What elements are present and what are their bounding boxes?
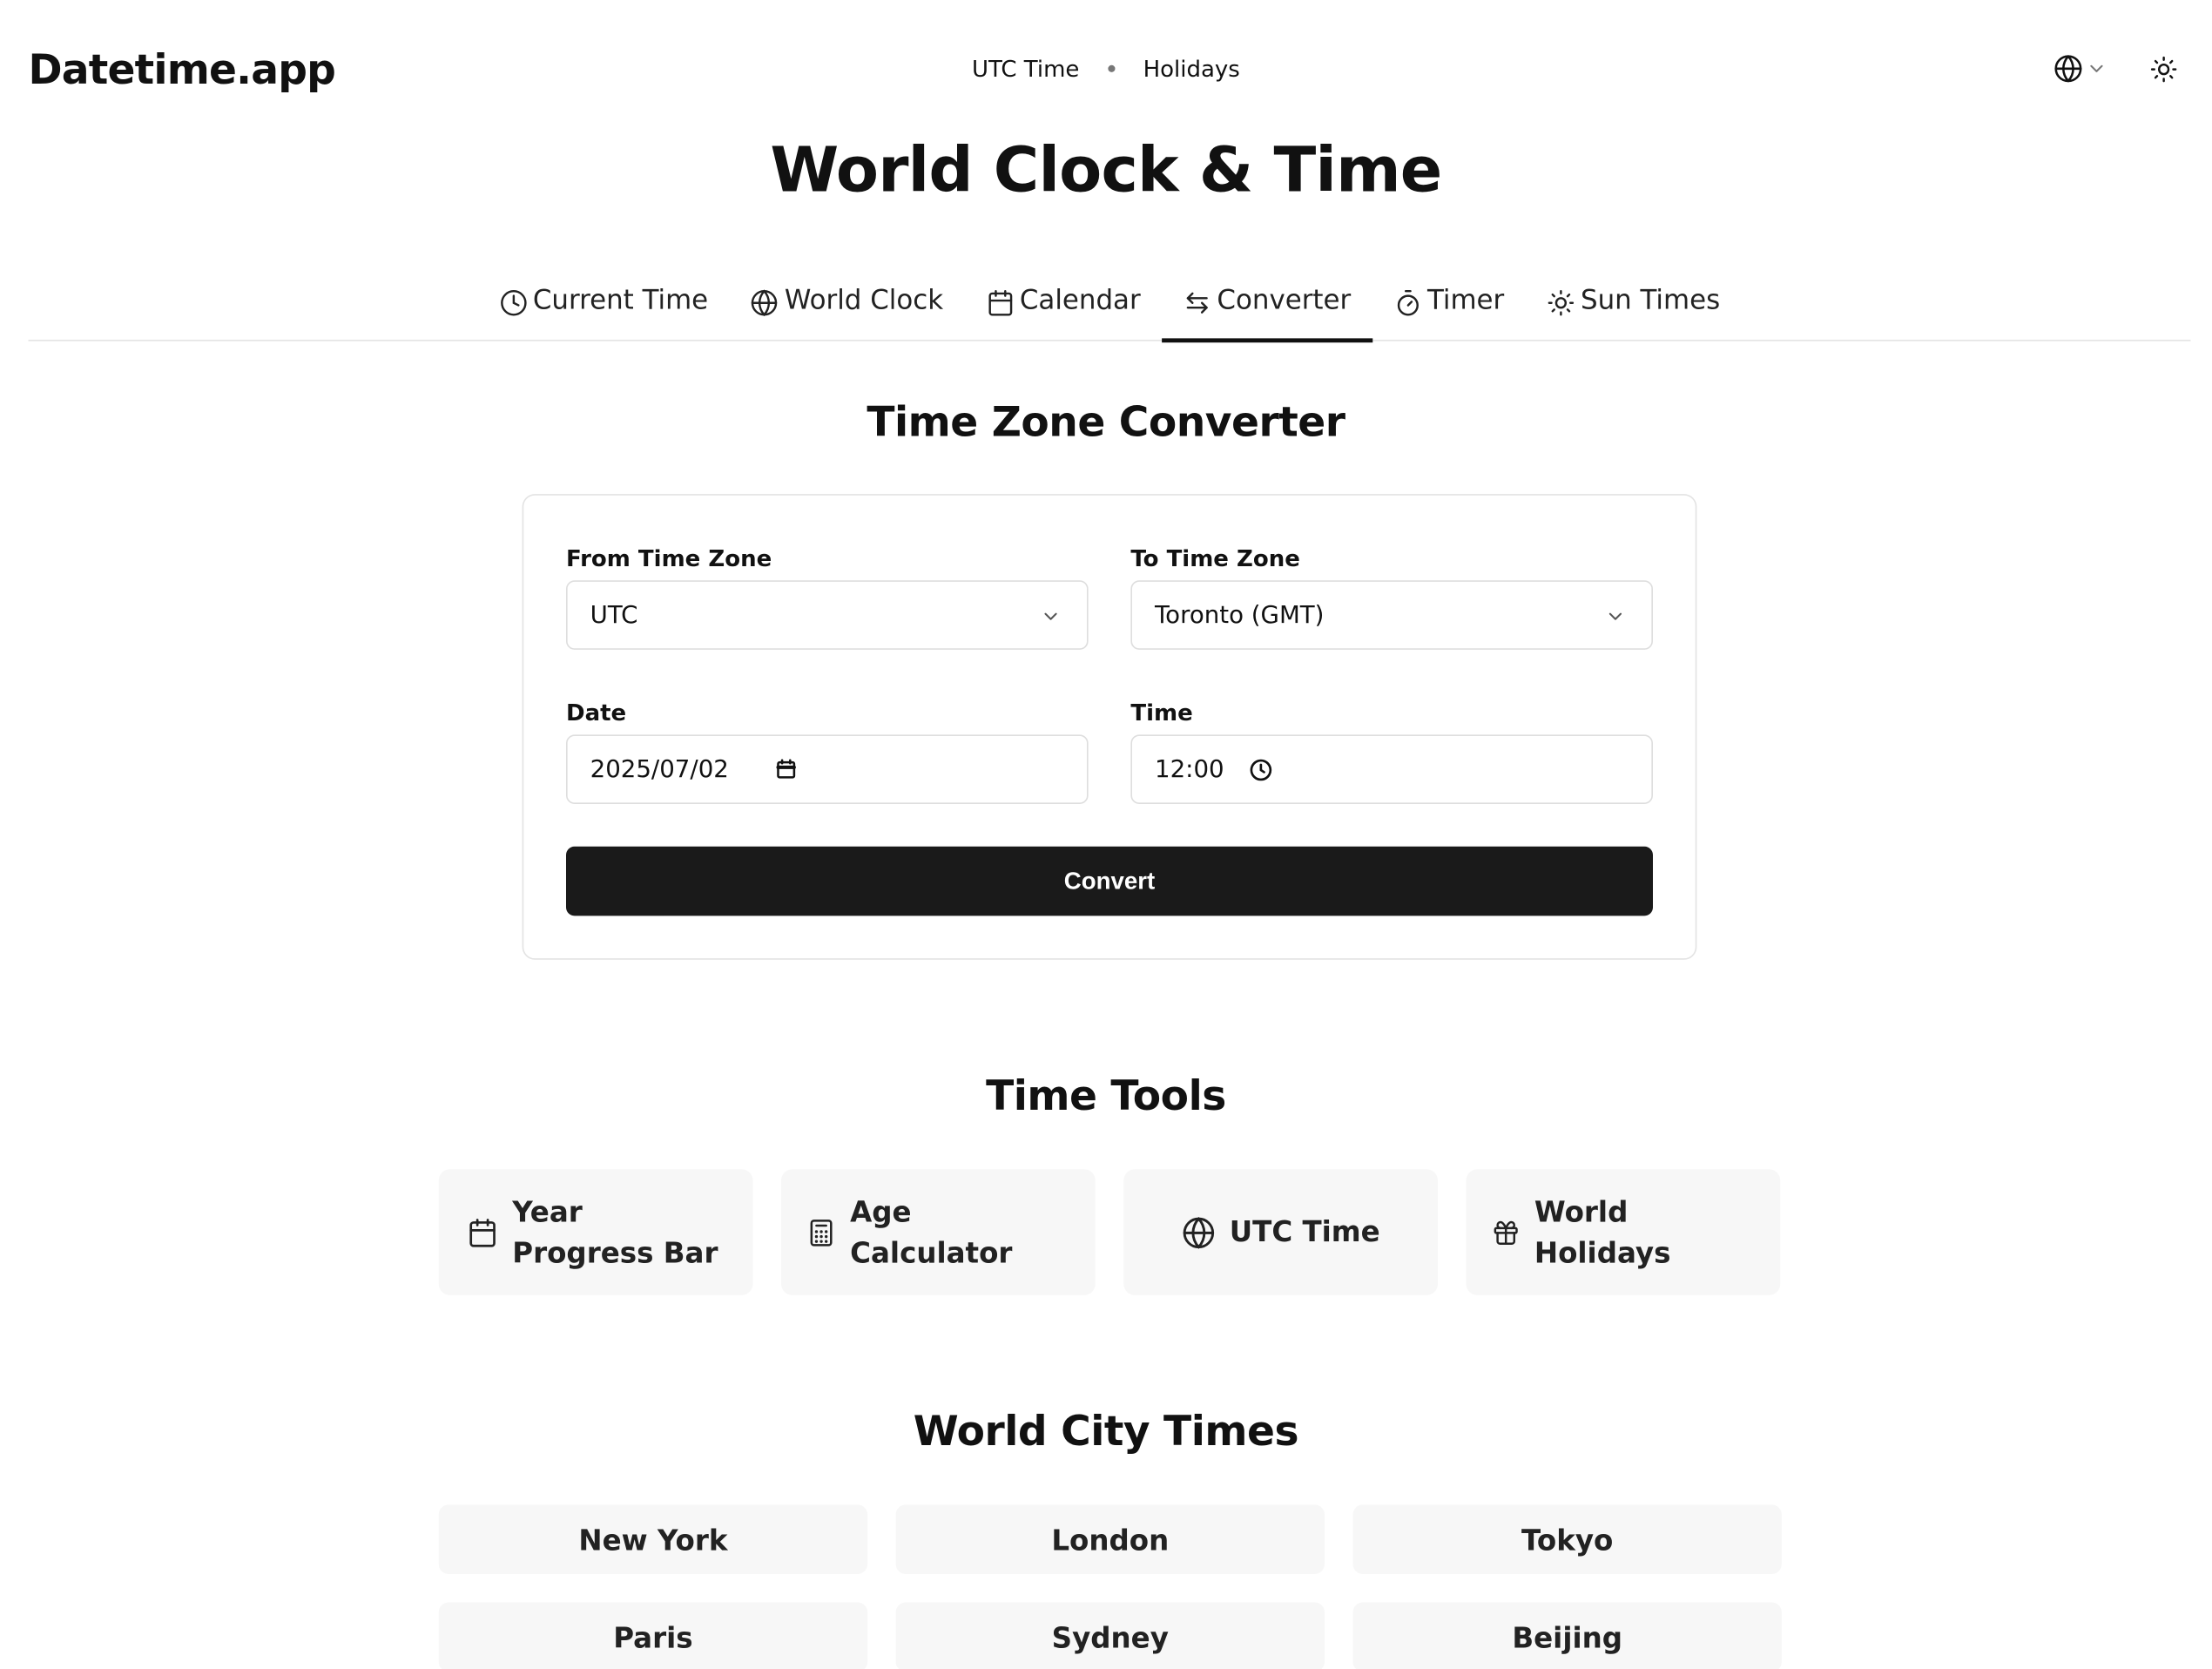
to-timezone-label: To Time Zone: [1130, 544, 1300, 572]
city-beijing[interactable]: Beijing: [1352, 1602, 1782, 1669]
tab-current-time[interactable]: Current Time: [477, 274, 729, 341]
date-value: 2025/07/02: [590, 754, 729, 784]
tool-card-utc-time[interactable]: UTC Time: [1123, 1169, 1438, 1295]
tab-calendar[interactable]: Calendar: [964, 274, 1162, 341]
city-london[interactable]: London: [895, 1504, 1325, 1574]
calendar-icon: [469, 1218, 496, 1247]
tool-card-age-calculator[interactable]: Age Calculator: [781, 1169, 1096, 1295]
date-label: Date: [566, 699, 627, 726]
chevron-down-icon: [1608, 612, 1622, 620]
time-label: Time: [1130, 699, 1193, 726]
tab-label: Sun Times: [1580, 284, 1721, 316]
time-value: 12:00: [1155, 754, 1224, 784]
tool-card-year-progress[interactable]: Year Progress Bar: [438, 1169, 753, 1295]
convert-button[interactable]: Convert: [566, 846, 1653, 916]
tab-label: Timer: [1426, 284, 1505, 316]
time-tools-title: Time Tools: [986, 1071, 1226, 1120]
tab-sun-times[interactable]: Sun Times: [1526, 274, 1742, 341]
time-input[interactable]: 12:00: [1130, 734, 1653, 804]
tab-label: Calendar: [1019, 284, 1141, 316]
converter-title: Time Zone Converter: [867, 397, 1345, 446]
nav-separator-dot: [1107, 64, 1116, 72]
sun-icon: [1548, 289, 1574, 316]
globe-icon: [1183, 1216, 1214, 1248]
tool-label: Age Calculator: [850, 1193, 1013, 1269]
top-nav-holidays[interactable]: Holidays: [1143, 55, 1240, 82]
site-header: Datetime.app UTC Time Holidays: [0, 0, 2212, 142]
city-grid: New York London Tokyo Paris Sydney Beiji…: [438, 1504, 1782, 1669]
tab-timer[interactable]: Timer: [1372, 274, 1526, 341]
gift-icon: [1494, 1220, 1518, 1245]
sun-icon: [2150, 56, 2177, 82]
to-timezone-select[interactable]: Toronto (GMT): [1130, 580, 1653, 650]
tool-card-world-holidays[interactable]: World Holidays: [1466, 1169, 1781, 1295]
app-root: Datetime.app UTC Time Holidays World Clo…: [0, 0, 2212, 1669]
tool-label: UTC Time: [1229, 1214, 1380, 1249]
header-actions: [2054, 54, 2178, 84]
tab-converter[interactable]: Converter: [1162, 274, 1372, 343]
tab-world-clock[interactable]: World Clock: [730, 274, 965, 341]
language-selector[interactable]: [2054, 54, 2107, 84]
top-nav-utc-time[interactable]: UTC Time: [972, 55, 1079, 82]
city-new-york[interactable]: New York: [438, 1504, 868, 1574]
top-nav: UTC Time Holidays: [0, 55, 2212, 82]
theme-toggle[interactable]: [2149, 55, 2178, 84]
tab-label: Current Time: [532, 284, 709, 316]
world-city-times-title: World City Times: [913, 1407, 1299, 1456]
date-input[interactable]: 2025/07/02: [566, 734, 1089, 804]
tab-label: Converter: [1217, 284, 1352, 316]
city-paris[interactable]: Paris: [438, 1602, 868, 1669]
calendar-icon: [988, 289, 1012, 316]
tool-label: World Holidays: [1534, 1193, 1671, 1269]
tool-label: Year Progress Bar: [512, 1193, 718, 1269]
from-timezone-label: From Time Zone: [566, 544, 772, 572]
tab-label: World Clock: [784, 284, 944, 316]
calculator-icon: [810, 1219, 833, 1246]
time-tools-grid: Year Progress Bar Age Calculator UTC Tim…: [438, 1169, 1781, 1295]
city-tokyo[interactable]: Tokyo: [1352, 1504, 1782, 1574]
chevron-down-icon: [1044, 612, 1057, 620]
calendar-icon[interactable]: [774, 757, 799, 781]
feature-tabs: Current Time World Clock Calendar Conver…: [28, 274, 2191, 343]
clock-icon: [500, 289, 526, 316]
from-timezone-value: UTC: [590, 600, 638, 630]
city-sydney[interactable]: Sydney: [895, 1602, 1325, 1669]
page-title: World Clock & Time: [770, 134, 1442, 207]
clock-icon[interactable]: [1248, 757, 1273, 782]
converter-card: From Time Zone UTC To Time Zone Toronto …: [522, 494, 1697, 960]
globe-icon: [2054, 55, 2082, 83]
stopwatch-icon: [1397, 289, 1419, 316]
chevron-down-icon: [2090, 64, 2103, 72]
arrows-swap-icon: [1186, 292, 1208, 314]
globe-icon: [752, 289, 778, 317]
to-timezone-value: Toronto (GMT): [1155, 600, 1325, 630]
from-timezone-select[interactable]: UTC: [566, 580, 1089, 650]
